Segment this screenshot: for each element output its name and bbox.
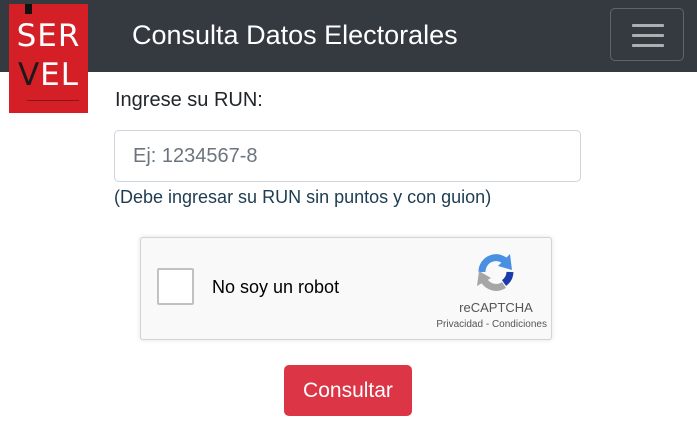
hamburger-menu-icon: [632, 34, 664, 37]
recaptcha-logo-icon: [477, 254, 514, 291]
menu-toggle-button[interactable]: [610, 8, 684, 61]
hamburger-menu-icon: [632, 44, 664, 47]
logo-text-bottom: VEL: [9, 58, 88, 92]
navbar: Consulta Datos Electorales: [0, 0, 697, 72]
run-label: Ingrese su RUN:: [115, 89, 263, 111]
logo-mark: [25, 4, 32, 14]
recaptcha-checkbox[interactable]: [157, 268, 194, 305]
run-help-text: (Debe ingresar su RUN sin puntos y con g…: [114, 187, 492, 207]
hamburger-menu-icon: [632, 24, 664, 27]
servel-logo[interactable]: SER VEL: [9, 4, 88, 113]
recaptcha-links: Privacidad - Condiciones: [403, 319, 547, 330]
logo-text-rest: EL: [40, 57, 80, 93]
recaptcha-label: No soy un robot: [212, 277, 340, 297]
page-title: Consulta Datos Electorales: [132, 20, 458, 50]
link-separator: -: [483, 319, 492, 330]
consultar-button[interactable]: Consultar: [284, 365, 412, 416]
privacy-link[interactable]: Privacidad: [436, 319, 483, 330]
logo-text-letter: V: [17, 57, 41, 93]
run-input[interactable]: [114, 130, 581, 182]
logo-divider: [27, 100, 79, 101]
logo-text-top: SER: [16, 18, 81, 54]
recaptcha-brand: reCAPTCHA: [459, 300, 533, 315]
terms-link[interactable]: Condiciones: [492, 319, 547, 330]
recaptcha-widget: No soy un robot reCAPTCHA Privacidad - C…: [140, 237, 552, 340]
